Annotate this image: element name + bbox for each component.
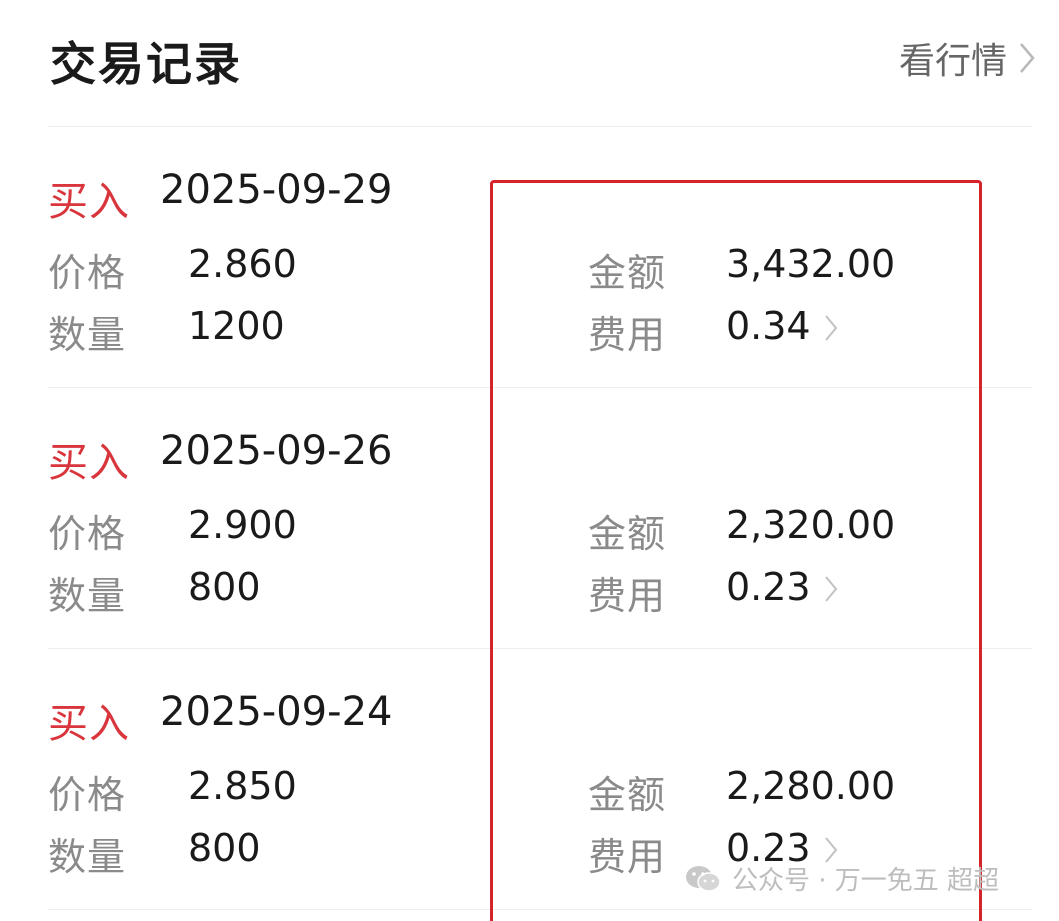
price-value: 2.850 bbox=[188, 764, 297, 808]
price-label: 价格 bbox=[48, 512, 127, 556]
price-label: 价格 bbox=[48, 773, 127, 817]
fee-label: 费用 bbox=[588, 313, 667, 357]
quantity-value: 800 bbox=[188, 826, 261, 870]
amount-label: 金额 bbox=[588, 251, 667, 295]
trade-type-badge: 买入 bbox=[48, 440, 130, 486]
amount-value: 3,432.00 bbox=[726, 242, 896, 286]
fee-value: 0.34 bbox=[726, 304, 811, 348]
fee-detail-link[interactable]: 0.23 bbox=[726, 565, 839, 609]
chevron-right-icon bbox=[1020, 43, 1035, 73]
quantity-label: 数量 bbox=[48, 313, 127, 357]
fee-label: 费用 bbox=[588, 574, 667, 618]
amount-value: 2,280.00 bbox=[726, 764, 896, 808]
header: 交易记录 看行情 bbox=[0, 0, 1059, 126]
trade-record[interactable]: 买入 2025-09-29 价格 2.860 数量 1200 金额 3,432.… bbox=[0, 127, 1059, 388]
fee-label: 费用 bbox=[588, 835, 667, 879]
price-label: 价格 bbox=[48, 251, 127, 295]
amount-label: 金额 bbox=[588, 773, 667, 817]
amount-label: 金额 bbox=[588, 512, 667, 556]
quantity-label: 数量 bbox=[48, 574, 127, 618]
trade-date: 2025-09-29 bbox=[160, 167, 393, 213]
quantity-value: 1200 bbox=[188, 304, 285, 348]
watermark: 公众号 · 万一免五 超超 bbox=[684, 860, 999, 897]
chevron-right-icon bbox=[824, 576, 837, 602]
trade-record-list: 买入 2025-09-29 价格 2.860 数量 1200 金额 3,432.… bbox=[0, 127, 1059, 910]
chevron-right-icon bbox=[824, 315, 837, 341]
amount-value: 2,320.00 bbox=[726, 503, 896, 547]
trade-type-badge: 买入 bbox=[48, 701, 130, 747]
page-title: 交易记录 bbox=[50, 37, 242, 91]
fee-value: 0.23 bbox=[726, 565, 811, 609]
quantity-value: 800 bbox=[188, 565, 261, 609]
trade-date: 2025-09-24 bbox=[160, 689, 393, 735]
price-value: 2.900 bbox=[188, 503, 297, 547]
quantity-label: 数量 bbox=[48, 835, 127, 879]
trade-date: 2025-09-26 bbox=[160, 428, 393, 474]
wechat-icon bbox=[686, 865, 721, 892]
row-divider bbox=[48, 909, 1032, 910]
fee-detail-link[interactable]: 0.34 bbox=[726, 304, 839, 348]
view-market-label: 看行情 bbox=[898, 41, 1007, 82]
watermark-text: 公众号 · 万一免五 超超 bbox=[732, 866, 1000, 896]
trade-records-page: 交易记录 看行情 买入 2025-09-29 价格 2.860 数量 1200 … bbox=[0, 0, 1059, 921]
trade-type-badge: 买入 bbox=[48, 179, 130, 225]
price-value: 2.860 bbox=[188, 242, 297, 286]
view-market-link[interactable]: 看行情 bbox=[899, 32, 1037, 84]
trade-record[interactable]: 买入 2025-09-26 价格 2.900 数量 800 金额 2,320.0… bbox=[0, 388, 1059, 649]
